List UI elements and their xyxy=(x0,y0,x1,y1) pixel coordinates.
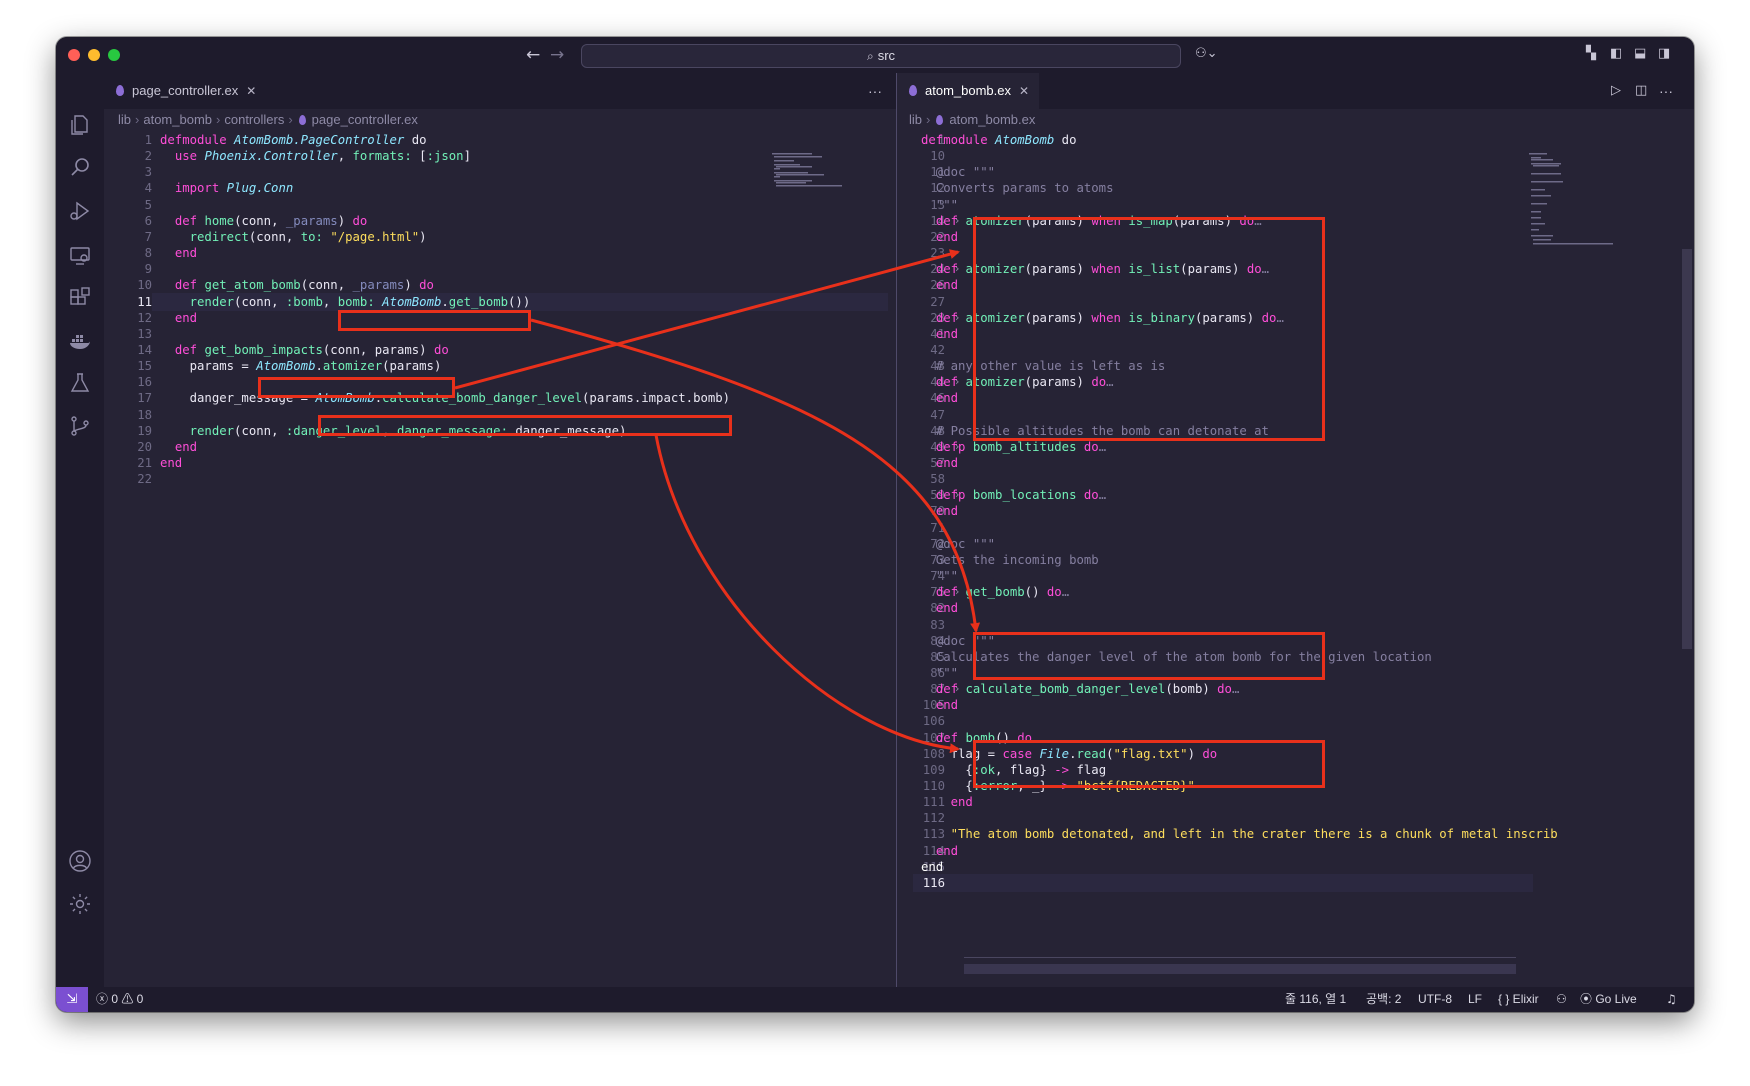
arrow-atomizer xyxy=(454,249,960,390)
arrow-get-bomb xyxy=(530,318,981,633)
vscode-window: ← → ⌕ src ⚇⌄ ▚ ◧ ⬓ ◨ page_controller.ex ✕ … xyxy=(56,37,1694,1012)
arrow-danger-level xyxy=(654,434,960,754)
annotation-arrows xyxy=(454,249,981,754)
